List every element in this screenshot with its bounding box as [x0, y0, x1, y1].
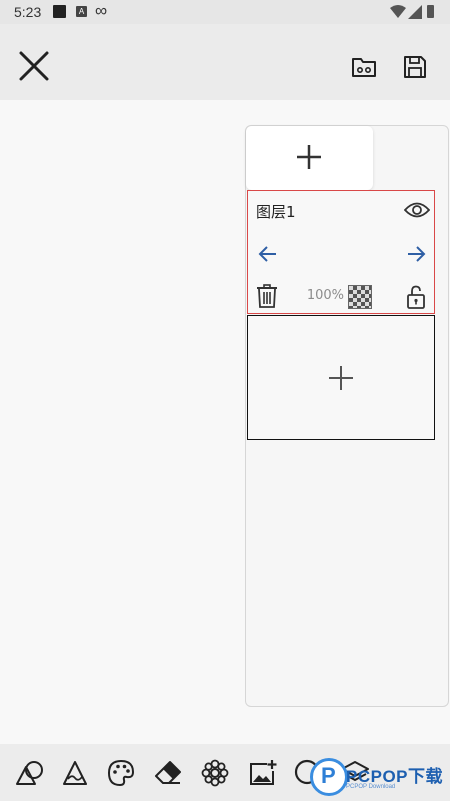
arrow-left-icon[interactable] [258, 245, 278, 263]
watermark-logo: P PCPOP下载 PCPOP Download [306, 756, 450, 801]
brush-icon[interactable] [60, 758, 90, 788]
watermark-disc: P [310, 758, 348, 796]
notification-a-icon: A [76, 6, 87, 17]
watermark-subtitle: PCPOP Download [346, 784, 396, 790]
close-icon[interactable] [16, 48, 52, 84]
eraser-icon[interactable] [153, 758, 183, 788]
save-icon[interactable] [402, 54, 428, 80]
status-time: 5:23 [14, 4, 42, 20]
wifi-icon [390, 5, 406, 18]
shapes-icon[interactable] [14, 758, 44, 788]
new-layer-slot[interactable] [247, 315, 435, 440]
plus-icon [297, 145, 321, 169]
unlock-icon[interactable] [406, 285, 426, 309]
layer-opacity[interactable]: 100% [304, 288, 344, 303]
battery-icon [427, 5, 434, 18]
eye-icon[interactable] [404, 200, 430, 220]
layer-item-selected[interactable]: 图层1 100% [247, 190, 435, 314]
status-bar: 5:23 A ∞ [0, 0, 450, 24]
palette-icon[interactable] [106, 758, 136, 788]
arrow-right-icon[interactable] [406, 245, 426, 263]
layer-name: 图层1 [256, 203, 296, 221]
folder-icon[interactable] [350, 54, 378, 80]
signal-icon [408, 5, 422, 19]
plus-icon [329, 366, 353, 390]
watermark-letter: P [321, 763, 336, 788]
top-toolbar [0, 24, 450, 100]
notification-square-icon [53, 5, 66, 18]
transparency-checker-icon[interactable] [348, 285, 372, 309]
add-layer-button[interactable] [246, 126, 373, 190]
trash-icon[interactable] [256, 284, 278, 308]
add-image-icon[interactable] [248, 758, 278, 788]
flower-icon[interactable] [200, 758, 230, 788]
infinity-icon: ∞ [95, 1, 108, 20]
